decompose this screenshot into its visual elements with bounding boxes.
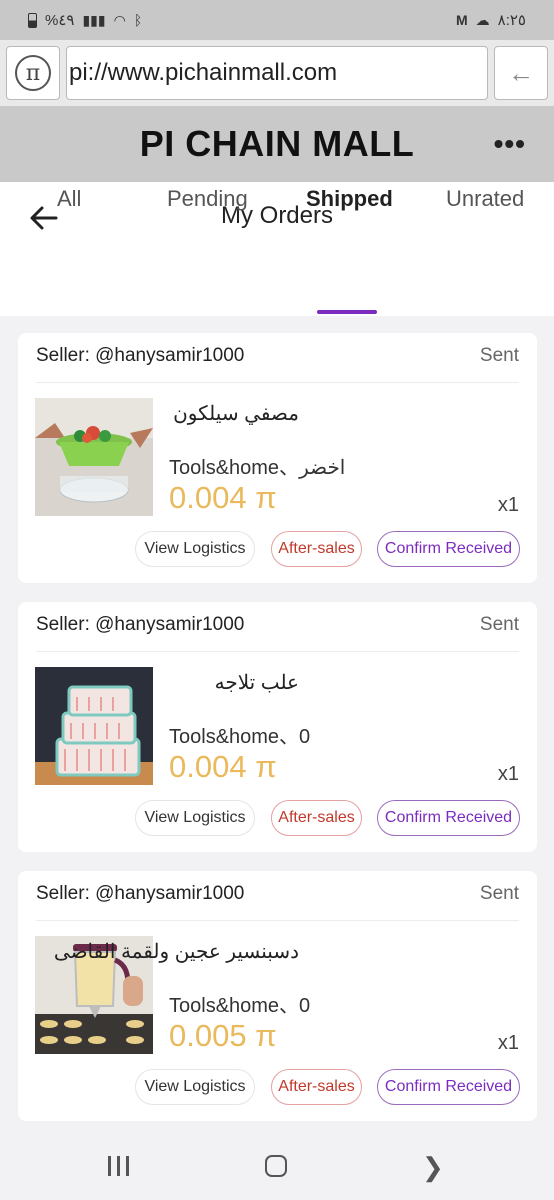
gmail-icon: M xyxy=(455,12,468,28)
product-price: 0.004 π xyxy=(169,480,277,515)
mall-title: PI CHAIN MALL xyxy=(139,123,415,164)
recents-icon[interactable] xyxy=(108,1156,129,1176)
bluetooth-icon: ᛒ xyxy=(133,12,143,28)
status-bar-left: %٤٩ ▮▮▮ ◠ ᛒ xyxy=(28,11,142,29)
pi-logo-icon: π xyxy=(15,55,51,91)
browser-bar: π pi://www.pichainmall.com ← xyxy=(0,40,554,106)
after-sales-button[interactable]: After-sales xyxy=(271,800,362,836)
status-bar: %٤٩ ▮▮▮ ◠ ᛒ M ☁ ٨:٢٥ xyxy=(0,0,554,40)
nav-back-icon[interactable]: ❯ xyxy=(422,1152,444,1183)
tab-unrated[interactable]: Unrated xyxy=(446,186,524,212)
home-icon[interactable] xyxy=(265,1155,287,1177)
more-dots-icon[interactable]: ••• xyxy=(494,128,526,160)
signal-icon: ▮▮▮ xyxy=(82,11,106,28)
cloud-icon: ☁ xyxy=(475,11,490,28)
seller-name[interactable]: Seller: @hanysamir1000 xyxy=(36,614,244,636)
order-card: Seller: @hanysamir1000 Sent دسبنسير عجين… xyxy=(18,871,537,1121)
tab-shipped[interactable]: Shipped xyxy=(306,186,393,212)
url-field[interactable]: pi://www.pichainmall.com xyxy=(66,46,488,100)
order-status: Sent xyxy=(479,614,519,635)
view-logistics-button[interactable]: View Logistics xyxy=(135,1069,255,1105)
product-price: 0.005 π xyxy=(169,1018,277,1053)
divider xyxy=(36,920,519,921)
tab-all[interactable]: All xyxy=(57,186,81,212)
seller-name[interactable]: Seller: @hanysamir1000 xyxy=(36,883,244,905)
battery-icon xyxy=(28,12,37,28)
order-status: Sent xyxy=(479,345,519,366)
mall-header: PI CHAIN MALL ••• xyxy=(0,106,554,182)
product-variant: Tools&home、اخضر xyxy=(169,457,346,479)
product-image-containers[interactable] xyxy=(35,667,153,785)
confirm-received-button[interactable]: Confirm Received xyxy=(377,800,520,836)
wifi-icon: ◠ xyxy=(113,11,126,28)
browser-back-button[interactable]: ← xyxy=(494,46,548,100)
clock-time: ٨:٢٥ xyxy=(497,12,526,29)
orders-header: My Orders All Pending Shipped Unrated xyxy=(0,182,554,316)
product-image-strainer[interactable] xyxy=(35,398,153,516)
product-price: 0.004 π xyxy=(169,749,277,784)
product-name[interactable]: علب تلاجه xyxy=(215,670,299,695)
product-quantity: x1 xyxy=(497,763,519,785)
tab-pending[interactable]: Pending xyxy=(167,186,248,212)
after-sales-button[interactable]: After-sales xyxy=(271,1069,362,1105)
confirm-received-button[interactable]: Confirm Received xyxy=(377,531,520,567)
product-quantity: x1 xyxy=(497,494,519,516)
order-status: Sent xyxy=(479,883,519,904)
view-logistics-button[interactable]: View Logistics xyxy=(135,800,255,836)
after-sales-button[interactable]: After-sales xyxy=(271,531,362,567)
divider xyxy=(36,382,519,383)
view-logistics-button[interactable]: View Logistics xyxy=(135,531,255,567)
confirm-received-button[interactable]: Confirm Received xyxy=(377,1069,520,1105)
product-name[interactable]: مصفي سيلكون xyxy=(173,401,299,426)
arrow-left-icon: ← xyxy=(508,57,534,88)
order-card: Seller: @hanysamir1000 Sent مصفي سيلكون … xyxy=(18,333,537,583)
product-quantity: x1 xyxy=(497,1032,519,1054)
product-variant: Tools&home、0 xyxy=(169,726,311,748)
product-name[interactable]: دسبنسير عجين ولقمة القاضى xyxy=(54,939,299,964)
active-tab-indicator xyxy=(317,310,377,314)
battery-percent: %٤٩ xyxy=(45,12,75,29)
strainer-image xyxy=(35,398,153,516)
product-variant: Tools&home、0 xyxy=(169,995,311,1017)
seller-name[interactable]: Seller: @hanysamir1000 xyxy=(36,345,244,367)
containers-image xyxy=(35,667,153,785)
status-bar-right: M ☁ ٨:٢٥ xyxy=(455,11,526,30)
divider xyxy=(36,651,519,652)
pi-browser-button[interactable]: π xyxy=(6,46,60,100)
order-card: Seller: @hanysamir1000 Sent علب تلاجه To… xyxy=(18,602,537,852)
system-nav-bar: ❯ xyxy=(0,1132,554,1200)
